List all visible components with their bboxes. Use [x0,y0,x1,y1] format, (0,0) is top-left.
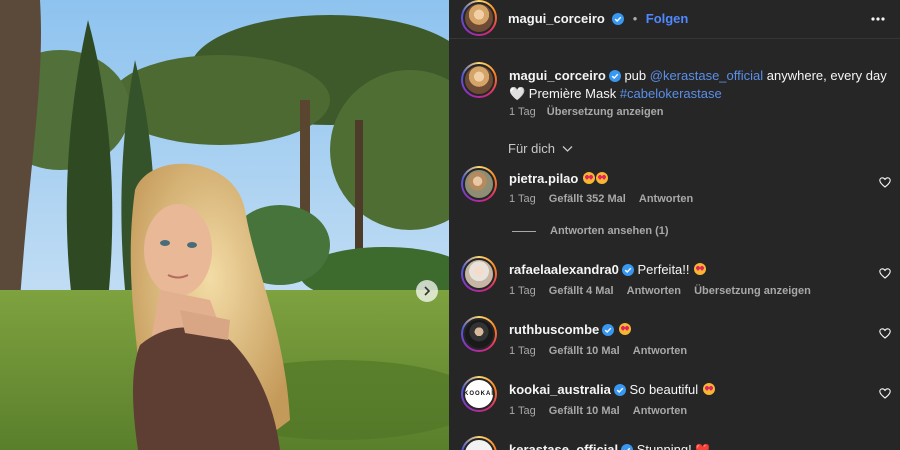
caption-time: 1 Tag [509,106,536,118]
comment-translate-link[interactable]: Übersetzung anzeigen [694,285,811,297]
post-photo [0,0,449,450]
comment-reply-button[interactable]: Antworten [639,193,693,205]
author-avatar[interactable] [461,0,497,36]
comment-meta: 1 Tag Gefällt 10 Mal Antworten [509,345,687,357]
comment-body: kerastase_official Stunning! ❤️ [509,442,710,450]
header-separator: • [632,11,638,26]
view-replies-label: Antworten ansehen (1) [550,225,669,237]
heart-eyes-emoji [595,172,608,184]
verified-badge-icon [613,384,626,396]
heart-eyes-emoji [582,172,595,184]
comment-body: pietra.pilao [509,171,608,186]
post-image [0,0,449,450]
comment-avatar[interactable] [461,316,497,352]
heart-eyes-emoji [702,383,715,395]
heart-outline-icon[interactable] [879,388,891,399]
comment-avatar[interactable] [461,436,497,450]
author-username[interactable]: magui_corceiro [508,11,605,26]
view-replies-button[interactable]: Antworten ansehen (1) [550,225,669,237]
caption-mention[interactable]: @kerastase_official [650,68,763,83]
comment-avatar[interactable] [461,166,497,202]
caption: magui_corceiro pub @kerastase_official a… [509,67,900,103]
caption-username[interactable]: magui_corceiro [509,68,606,83]
heart-outline-icon[interactable] [879,268,891,279]
follow-button[interactable]: Folgen [646,11,689,26]
comment-body: kookai_australia So beautiful [509,382,715,397]
comment-text: Stunning! [636,442,692,450]
comment-likes[interactable]: Gefällt 352 Mal [549,193,626,205]
comment-body: ruthbuscombe [509,322,631,337]
comment-username[interactable]: pietra.pilao [509,171,578,186]
verified-badge-icon [621,264,634,276]
comment-likes[interactable]: Gefällt 4 Mal [549,285,614,297]
chevron-right-icon [424,286,431,296]
chevron-down-icon [562,146,573,152]
comment-avatar[interactable]: KOOKAÏ [461,376,497,412]
heart-outline-icon[interactable] [879,177,891,188]
comment-reply-button[interactable]: Antworten [627,285,681,297]
comment-time: 1 Tag [509,285,536,297]
post-header: magui_corceiro • Folgen [449,0,900,39]
comment-body: rafaelaalexandra0 Perfeita!! [509,262,707,277]
comment-reply-button[interactable]: Antworten [633,405,687,417]
comment-meta: 1 Tag Gefällt 4 Mal Antworten Übersetzun… [509,285,811,297]
verified-badge-icon [612,13,625,25]
comment-meta: 1 Tag Gefällt 352 Mal Antworten [509,193,693,205]
caption-meta: 1 Tag Übersetzung anzeigen [509,106,664,118]
verified-badge-icon [621,444,634,450]
comment-username[interactable]: kookai_australia [509,382,611,397]
comment-time: 1 Tag [509,193,536,205]
comment-text: Perfeita!! [637,262,690,277]
heart-eyes-emoji [694,263,707,275]
view-replies-line [512,231,536,232]
next-image-button[interactable] [416,280,438,302]
heart-eyes-emoji [618,323,631,335]
caption-avatar[interactable] [461,62,497,98]
comment-text: So beautiful [629,382,699,397]
comment-time: 1 Tag [509,405,536,417]
caption-translate-link[interactable]: Übersetzung anzeigen [547,106,664,118]
verified-badge-icon [602,324,615,336]
more-options-icon[interactable] [870,11,886,27]
caption-hashtag[interactable]: #cabelokerastase [620,86,722,101]
red-heart-emoji: ❤️ [695,443,711,450]
comment-reply-button[interactable]: Antworten [633,345,687,357]
comment-likes[interactable]: Gefällt 10 Mal [549,345,620,357]
comment-meta: 1 Tag Gefällt 10 Mal Antworten [509,405,687,417]
comment-username[interactable]: ruthbuscombe [509,322,599,337]
comment-likes[interactable]: Gefällt 10 Mal [549,405,620,417]
verified-badge-icon [608,70,621,82]
sort-label: Für dich [508,141,555,156]
comment-username[interactable]: rafaelaalexandra0 [509,262,619,277]
comments-panel: magui_corceiro • Folgen magui_corceiro p… [449,0,900,450]
heart-outline-icon[interactable] [879,328,891,339]
caption-text-1: pub [620,68,650,83]
comment-avatar[interactable] [461,256,497,292]
comment-username[interactable]: kerastase_official [509,442,618,450]
comment-sort-dropdown[interactable]: Für dich [508,141,573,156]
comment-time: 1 Tag [509,345,536,357]
kookai-logo: KOOKAÏ [464,391,494,397]
